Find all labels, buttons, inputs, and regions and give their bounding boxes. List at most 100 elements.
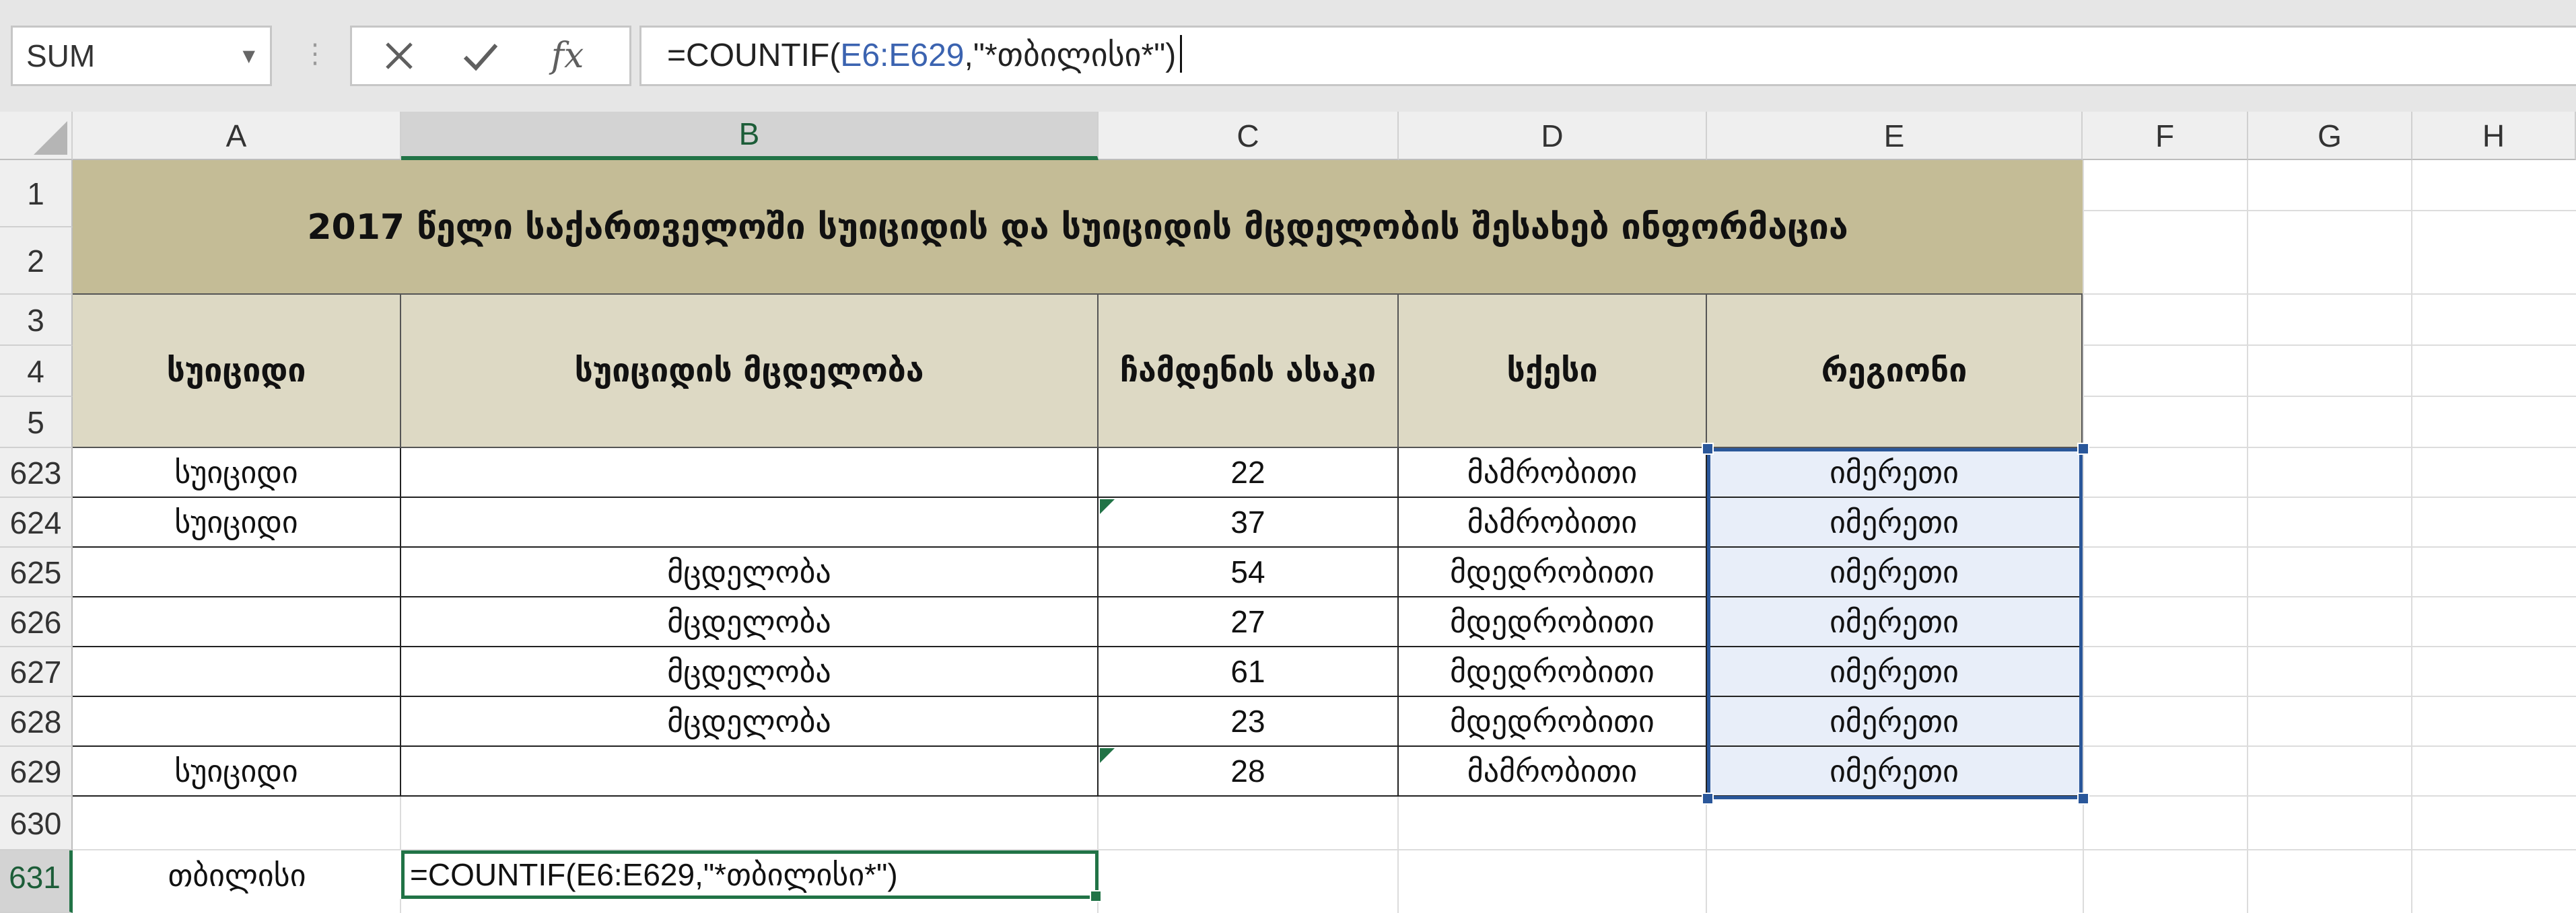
header-region[interactable]: რეგიონი	[1707, 295, 2083, 448]
cell-b626[interactable]: მცდელობა	[401, 597, 1099, 647]
row-header-630[interactable]: 630	[0, 797, 73, 850]
formula-bar-grip-icon[interactable]: ⋮	[302, 26, 328, 86]
row-header-624[interactable]: 624	[0, 498, 73, 548]
formula-range-ref: E6:E629	[840, 38, 965, 73]
column-header-a[interactable]: A	[73, 112, 401, 160]
cell-d626[interactable]: მდედრობითი	[1399, 597, 1707, 647]
column-header-h[interactable]: H	[2412, 112, 2576, 160]
formula-text: =COUNTIF(E6:E629,"*თბილისი*")	[667, 28, 1183, 84]
cell-d627[interactable]: მდედრობითი	[1399, 647, 1707, 697]
header-suicide-attempt[interactable]: სუიციდის მცდელობა	[401, 295, 1099, 448]
formula-buttons: fx	[350, 26, 631, 86]
header-age[interactable]: ჩამდენის ასაკი	[1099, 295, 1399, 448]
cell-c625[interactable]: 54	[1099, 548, 1399, 597]
gridline	[2083, 546, 2576, 548]
row-header-628[interactable]: 628	[0, 697, 73, 747]
cell-e626[interactable]: იმერეთი	[1707, 597, 2083, 647]
gridline	[2247, 160, 2248, 913]
range-handle[interactable]	[2077, 443, 2089, 455]
cell-a627[interactable]	[73, 647, 401, 697]
row-header-2[interactable]: 2	[0, 227, 73, 295]
gridline	[1397, 797, 1399, 913]
cell-c629[interactable]: 28	[1099, 747, 1399, 797]
column-header-g[interactable]: G	[2248, 112, 2412, 160]
gridline	[2083, 293, 2576, 295]
cell-b629[interactable]	[401, 747, 1099, 797]
cell-c628[interactable]: 23	[1099, 697, 1399, 747]
column-header-c[interactable]: C	[1099, 112, 1399, 160]
row-header-626[interactable]: 626	[0, 597, 73, 647]
title-banner[interactable]: 2017 წელი საქართველოში სუიციდის და სუიცი…	[73, 160, 2083, 295]
cell-e625[interactable]: იმერეთი	[1707, 548, 2083, 597]
cell-a629[interactable]: სუიციდი	[73, 747, 401, 797]
cell-c623[interactable]: 22	[1099, 448, 1399, 498]
column-header-e[interactable]: E	[1707, 112, 2083, 160]
gridline	[2083, 396, 2576, 397]
fill-handle[interactable]	[1090, 890, 1102, 902]
column-header-f[interactable]: F	[2083, 112, 2248, 160]
column-header-d[interactable]: D	[1399, 112, 1707, 160]
cell-e624[interactable]: იმერეთი	[1707, 498, 2083, 548]
formula-bar-area: SUM ▼ ⋮ fx =COUNTIF(E6:E629,"*თბილისი*")	[0, 0, 2576, 112]
formula-input[interactable]: =COUNTIF(E6:E629,"*თბილისი*")	[639, 26, 2576, 86]
text-caret	[1180, 35, 1183, 73]
row-header-1[interactable]: 1	[0, 160, 73, 227]
gridline	[2083, 596, 2576, 597]
active-cell-text: =COUNTIF(E6:E629,"*თბილისი*")	[410, 857, 898, 892]
range-handle[interactable]	[1702, 793, 1714, 805]
gridline	[2411, 160, 2412, 913]
cell-b623[interactable]	[401, 448, 1099, 498]
select-all-corner[interactable]	[0, 112, 73, 160]
gridline	[1706, 797, 1707, 913]
enter-check-icon[interactable]	[446, 28, 514, 84]
gridline	[2083, 447, 2576, 448]
column-header-b[interactable]: B	[401, 112, 1099, 160]
gridline	[2083, 745, 2576, 747]
cell-e623[interactable]: იმერეთი	[1707, 448, 2083, 498]
cell-d629[interactable]: მამრობითი	[1399, 747, 1707, 797]
range-handle[interactable]	[1702, 443, 1714, 455]
cell-a626[interactable]	[73, 597, 401, 647]
row-header-4[interactable]: 4	[0, 346, 73, 397]
cell-e629[interactable]: იმერეთი	[1707, 747, 2083, 797]
row-header-5[interactable]: 5	[0, 397, 73, 448]
insert-function-icon[interactable]: fx	[534, 28, 601, 84]
cell-b628[interactable]: მცდელობა	[401, 697, 1099, 747]
row-header-631[interactable]: 631	[0, 850, 73, 913]
gridline	[400, 797, 401, 850]
cell-c624[interactable]: 37	[1099, 498, 1399, 548]
cell-d625[interactable]: მდედრობითი	[1399, 548, 1707, 597]
cell-d623[interactable]: მამრობითი	[1399, 448, 1707, 498]
header-gender[interactable]: სქესი	[1399, 295, 1707, 448]
cell-a631[interactable]: თბილისი	[73, 850, 401, 900]
row-header-625[interactable]: 625	[0, 548, 73, 597]
active-cell-b631[interactable]: =COUNTIF(E6:E629,"*თბილისი*")	[401, 850, 1102, 902]
cell-a624[interactable]: სუიციდი	[73, 498, 401, 548]
cell-a623[interactable]: სუიციდი	[73, 448, 401, 498]
range-handle[interactable]	[2077, 793, 2089, 805]
row-header-623[interactable]: 623	[0, 448, 73, 498]
cell-a628[interactable]	[73, 697, 401, 747]
name-box[interactable]: SUM ▼	[11, 26, 272, 86]
cell-c627[interactable]: 61	[1099, 647, 1399, 697]
cell-e628[interactable]: იმერეთი	[1707, 697, 2083, 747]
cell-b624[interactable]	[401, 498, 1099, 548]
row-header-629[interactable]: 629	[0, 747, 73, 797]
gridline	[400, 899, 401, 913]
cell-b627[interactable]: მცდელობა	[401, 647, 1099, 697]
row-header-627[interactable]: 627	[0, 647, 73, 697]
cell-e627[interactable]: იმერეთი	[1707, 647, 2083, 697]
cell-d628[interactable]: მდედრობითი	[1399, 697, 1707, 747]
cell-c626[interactable]: 27	[1099, 597, 1399, 647]
cancel-icon[interactable]	[365, 28, 433, 84]
cell-b625[interactable]: მცდელობა	[401, 548, 1099, 597]
row-header-3[interactable]: 3	[0, 295, 73, 346]
error-indicator-icon[interactable]	[1100, 748, 1115, 763]
name-box-dropdown-icon[interactable]: ▼	[243, 28, 255, 84]
cell-a625[interactable]	[73, 548, 401, 597]
cell-d624[interactable]: მამრობითი	[1399, 498, 1707, 548]
error-indicator-icon[interactable]	[1100, 499, 1115, 514]
select-all-triangle-icon	[34, 121, 67, 155]
gridline	[2083, 210, 2576, 211]
header-suicide[interactable]: სუიციდი	[73, 295, 401, 448]
